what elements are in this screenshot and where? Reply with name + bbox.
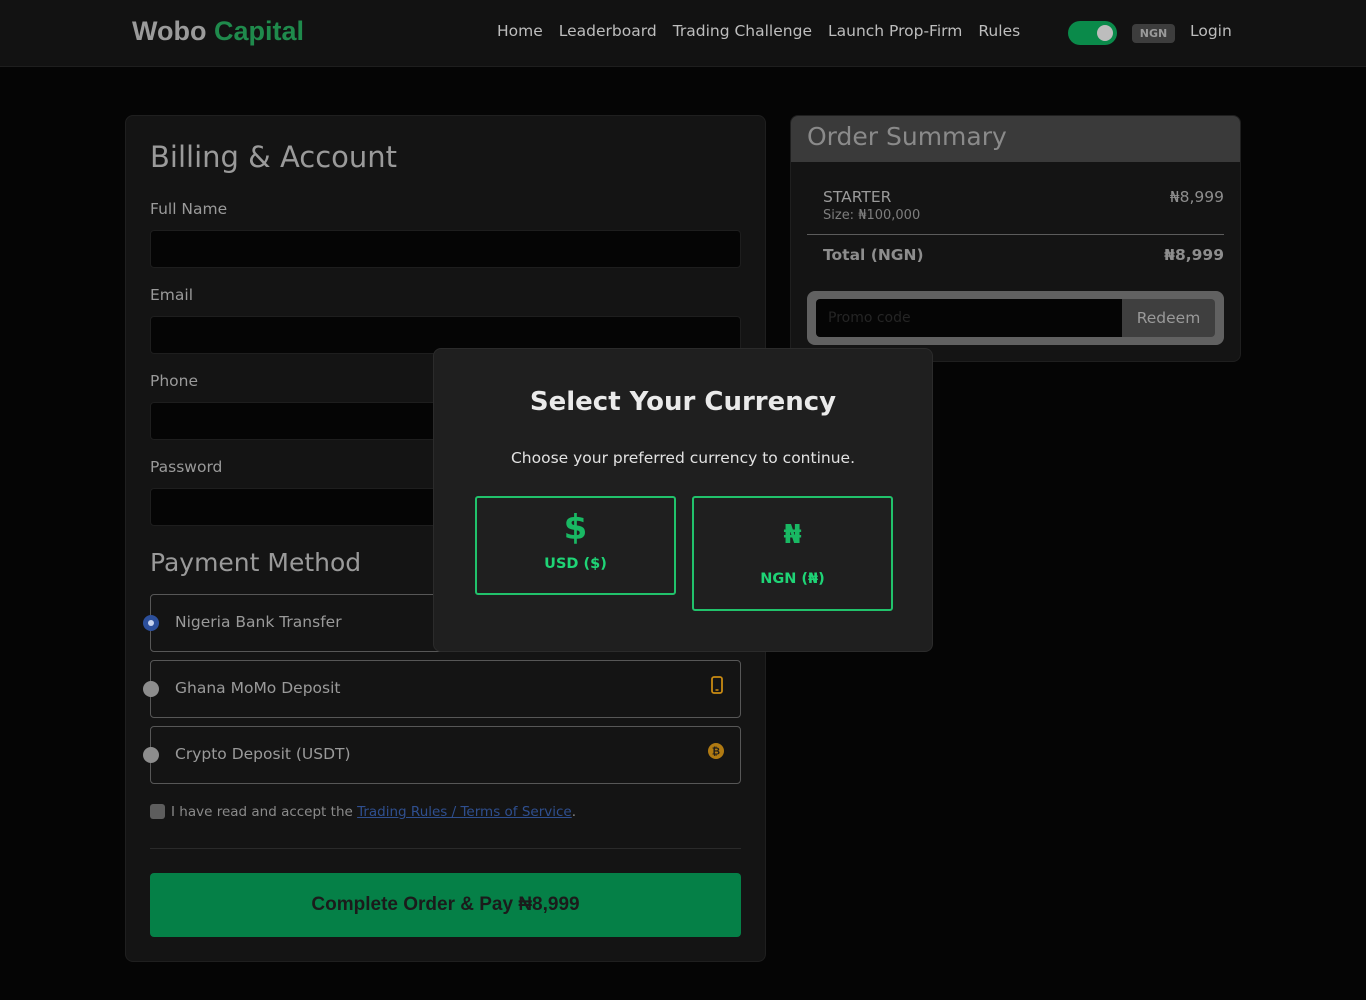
currency-modal: Select Your Currency Choose your preferr… <box>433 348 933 652</box>
plan-name: STARTER <box>823 188 892 206</box>
terms-prefix: I have read and accept the <box>171 804 358 820</box>
nav-link-trading-challenge[interactable]: Trading Challenge <box>673 22 812 40</box>
payment-option-label: Ghana MoMo Deposit <box>175 679 341 697</box>
radio-nigeria-bank[interactable] <box>143 615 159 631</box>
brand-main: Wobo <box>132 16 207 46</box>
radio-ghana-momo[interactable] <box>143 681 159 697</box>
terms-acceptance: I have read and accept the Trading Rules… <box>150 804 576 820</box>
divider <box>150 848 741 849</box>
brand-logo[interactable]: Wobo Capital <box>132 16 304 47</box>
terms-checkbox[interactable] <box>150 804 165 819</box>
full-name-label: Full Name <box>150 200 228 218</box>
total-label: Total (NGN) <box>823 246 924 264</box>
redeem-button[interactable]: Redeem <box>1122 299 1215 337</box>
brand-accent: Capital <box>214 16 305 46</box>
modal-subtitle: Choose your preferred currency to contin… <box>510 449 856 467</box>
mobile-icon <box>711 676 723 694</box>
modal-title: Select Your Currency <box>529 387 837 417</box>
order-summary-title: Order Summary <box>807 122 1007 151</box>
payment-method-title: Payment Method <box>150 548 362 577</box>
usd-label: USD ($) <box>544 556 607 572</box>
payment-option-label: Crypto Deposit (USDT) <box>175 745 351 763</box>
complete-order-button[interactable]: Complete Order & Pay ₦8,999 <box>150 873 741 937</box>
svg-text:₿: ₿ <box>712 746 720 758</box>
promo-code-input[interactable] <box>816 299 1122 337</box>
login-link[interactable]: Login <box>1190 22 1232 40</box>
payment-option-crypto[interactable]: Crypto Deposit (USDT) ₿ <box>143 726 741 784</box>
password-label: Password <box>150 458 223 476</box>
payment-option-ghana-momo[interactable]: Ghana MoMo Deposit <box>143 660 741 718</box>
nav-link-home[interactable]: Home <box>497 22 543 40</box>
dollar-icon: $ <box>563 508 588 548</box>
usd-currency-button[interactable]: $ USD ($) <box>475 496 676 595</box>
full-name-field[interactable] <box>150 230 741 268</box>
email-label: Email <box>150 286 194 304</box>
nav-link-rules[interactable]: Rules <box>978 22 1020 40</box>
theme-toggle[interactable] <box>1068 21 1117 45</box>
ngn-label: NGN (₦) <box>760 571 825 587</box>
phone-label: Phone <box>150 372 199 390</box>
ngn-currency-button[interactable]: ₦ NGN (₦) <box>692 496 893 611</box>
naira-icon: ₦ <box>783 520 802 550</box>
terms-link[interactable]: Trading Rules / Terms of Service <box>357 804 572 820</box>
bitcoin-icon: ₿ <box>708 743 724 759</box>
radio-crypto[interactable] <box>143 747 159 763</box>
payment-option-label: Nigeria Bank Transfer <box>175 613 342 631</box>
order-summary-card: Order Summary STARTER Size: ₦100,000 ₦8,… <box>790 115 1241 362</box>
terms-suffix: . <box>571 804 577 820</box>
nav-link-leaderboard[interactable]: Leaderboard <box>559 22 657 40</box>
top-navbar: Wobo Capital Home Leaderboard Trading Ch… <box>0 0 1366 67</box>
nav-link-launch-prop-firm[interactable]: Launch Prop-Firm <box>828 22 962 40</box>
toggle-knob <box>1097 25 1113 41</box>
currency-badge[interactable]: NGN <box>1132 24 1175 43</box>
total-value: ₦8,999 <box>1164 246 1224 264</box>
summary-divider <box>807 234 1224 235</box>
order-summary-header: Order Summary <box>791 116 1240 162</box>
billing-title: Billing & Account <box>150 140 398 174</box>
nav-links: Home Leaderboard Trading Challenge Launc… <box>497 22 1020 40</box>
plan-price: ₦8,999 <box>1169 188 1224 206</box>
promo-code-group: Redeem <box>807 291 1224 345</box>
plan-size: Size: ₦100,000 <box>823 208 921 223</box>
